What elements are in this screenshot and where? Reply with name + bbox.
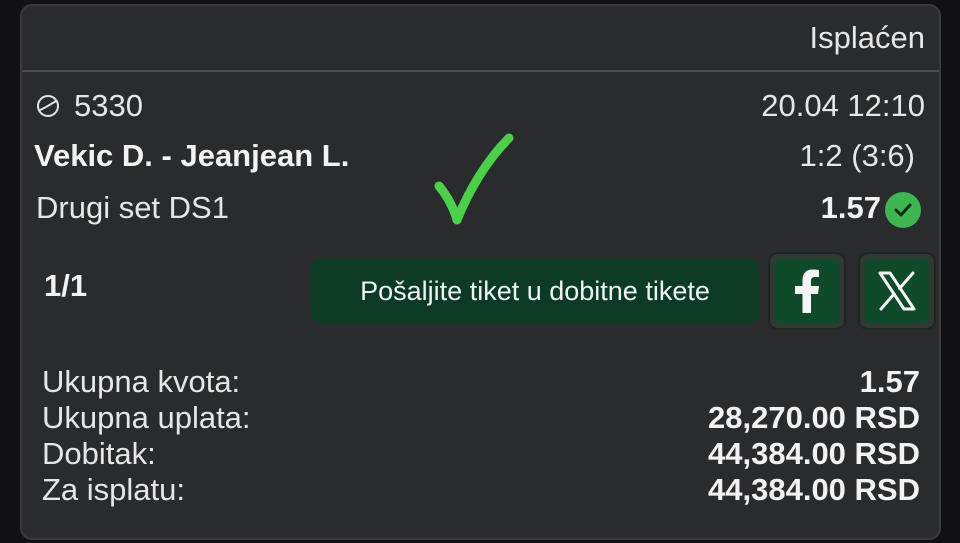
summary-total-odds: Ukupna kvota: 1.57 — [42, 364, 920, 400]
summary-stake: Ukupna uplata: 28,270.00 RSD — [42, 400, 920, 436]
match-teams: Vekic D. - Jeanjean L. — [34, 138, 350, 173]
stake-value: 28,270.00 RSD — [708, 400, 920, 435]
summary-payout: Za isplatu: 44,384.00 RSD — [42, 472, 920, 508]
ticket-card: Isplaćen 5330 20.04 12:10 Vekic D. - Jea… — [20, 4, 941, 540]
facebook-icon — [795, 269, 819, 313]
total-odds-value: 1.57 — [859, 364, 920, 399]
match-datetime: 20.04 12:10 — [761, 88, 925, 123]
payout-value: 44,384.00 RSD — [708, 472, 920, 507]
send-to-winning-tickets-button[interactable]: Pošaljite tiket u dobitne tikete — [310, 258, 760, 324]
ticket-summary: Ukupna kvota: 1.57 Ukupna uplata: 28,270… — [42, 364, 920, 508]
facebook-share-button[interactable] — [768, 252, 846, 330]
total-odds-label: Ukupna kvota: — [42, 364, 241, 399]
win-label: Dobitak: — [42, 436, 156, 471]
summary-win: Dobitak: 44,384.00 RSD — [42, 436, 920, 472]
x-share-button[interactable] — [858, 252, 936, 330]
payout-label: Za isplatu: — [42, 472, 186, 507]
ticket-count: 1/1 — [44, 268, 88, 303]
bet-market: Drugi set DS1 — [36, 190, 229, 225]
ticket-status: Isplaćen — [809, 20, 925, 55]
bet-odd: 1.57 — [821, 188, 921, 228]
match-id-value: 5330 — [74, 88, 143, 123]
match-score: 1:2 (3:6) — [799, 138, 915, 173]
ticket-header: Isplaćen — [22, 6, 939, 72]
bet-odd-value: 1.57 — [820, 190, 881, 225]
tennis-ball-icon — [37, 95, 59, 117]
match-id: 5330 — [36, 88, 143, 124]
win-value: 44,384.00 RSD — [708, 436, 920, 471]
big-checkmark-icon — [434, 133, 514, 225]
won-check-icon — [885, 192, 921, 228]
x-icon — [878, 271, 916, 311]
send-button-label: Pošaljite tiket u dobitne tikete — [360, 275, 710, 306]
stake-label: Ukupna uplata: — [42, 400, 251, 435]
